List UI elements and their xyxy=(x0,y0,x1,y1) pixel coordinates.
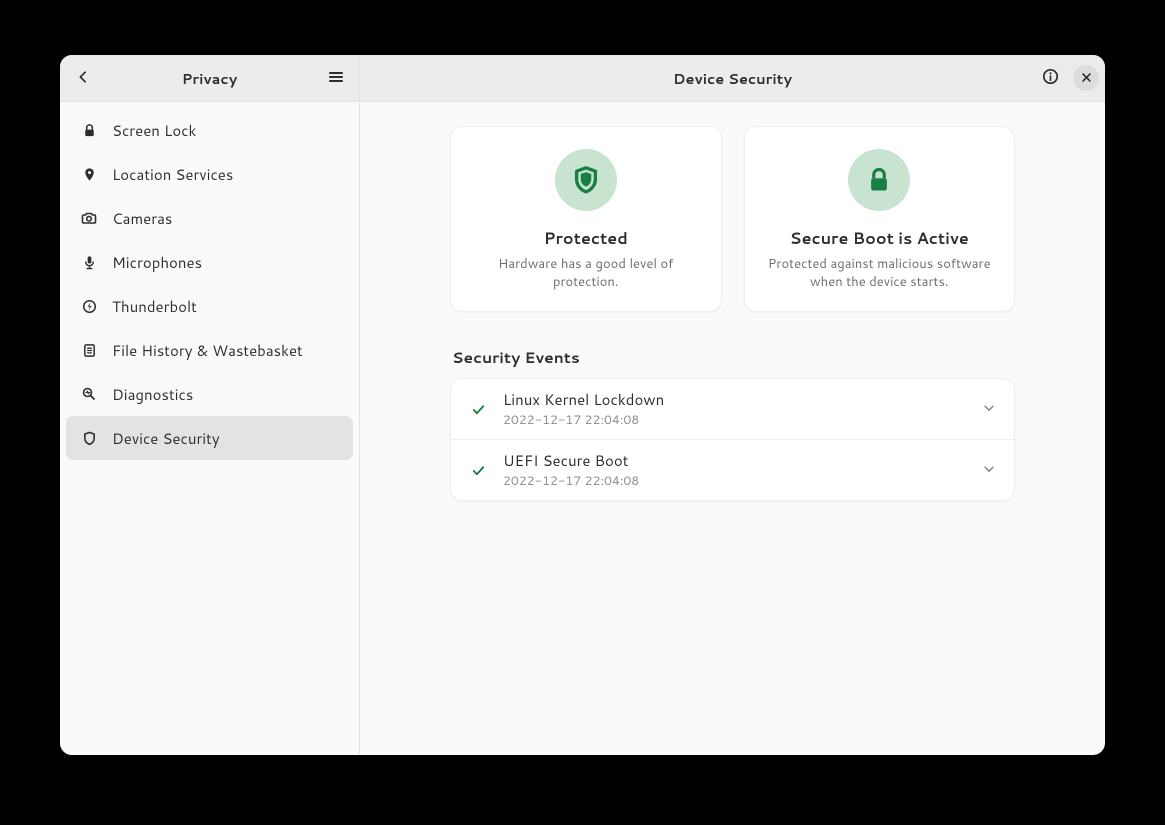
check-icon xyxy=(469,463,487,478)
sidebar-item-location-services[interactable]: Location Services xyxy=(66,152,353,196)
diagnostics-icon xyxy=(80,385,98,403)
sidebar-item-file-history[interactable]: File History & Wastebasket xyxy=(66,328,353,372)
sidebar-item-microphones[interactable]: Microphones xyxy=(66,240,353,284)
sidebar-item-label: Screen Lock xyxy=(112,120,196,141)
lock-icon xyxy=(848,149,910,211)
page-title: Device Security xyxy=(673,68,792,89)
status-card-subtitle: Hardware has a good level of protection. xyxy=(469,256,703,291)
sidebar-item-label: File History & Wastebasket xyxy=(112,340,303,361)
location-icon xyxy=(80,165,98,183)
security-event-timestamp: 2022-12-17 22:04:08 xyxy=(503,411,966,429)
status-card-protected: Protected Hardware has a good level of p… xyxy=(450,126,722,312)
status-card-title: Protected xyxy=(469,227,703,250)
headerbar-sidebar-section: Privacy xyxy=(60,55,360,101)
thunderbolt-icon xyxy=(80,297,98,315)
sidebar-item-label: Location Services xyxy=(112,164,233,185)
sidebar-item-screen-lock[interactable]: Screen Lock xyxy=(66,108,353,152)
info-icon xyxy=(1042,68,1059,88)
sidebar-item-label: Cameras xyxy=(112,208,172,229)
sidebar-title: Privacy xyxy=(182,68,237,89)
shield-icon xyxy=(80,429,98,447)
sidebar-item-label: Device Security xyxy=(112,428,220,449)
back-button[interactable] xyxy=(66,61,100,95)
sidebar-item-label: Thunderbolt xyxy=(112,296,197,317)
hamburger-menu-button[interactable] xyxy=(319,61,353,95)
security-events-heading: Security Events xyxy=(450,346,1015,368)
chevron-left-icon xyxy=(76,70,90,87)
microphone-icon xyxy=(80,253,98,271)
sidebar: Screen Lock Location Services Cameras Mi… xyxy=(60,102,360,755)
file-history-icon xyxy=(80,341,98,359)
camera-icon xyxy=(80,209,98,227)
security-event-text: UEFI Secure Boot 2022-12-17 22:04:08 xyxy=(503,450,966,490)
security-events-list: Linux Kernel Lockdown 2022-12-17 22:04:0… xyxy=(450,378,1015,501)
close-button[interactable] xyxy=(1073,65,1099,91)
info-button[interactable] xyxy=(1033,61,1067,95)
hamburger-icon xyxy=(328,69,344,88)
security-event-row[interactable]: UEFI Secure Boot 2022-12-17 22:04:08 xyxy=(451,439,1014,500)
sidebar-item-device-security[interactable]: Device Security xyxy=(66,416,353,460)
sidebar-item-label: Microphones xyxy=(112,252,202,273)
chevron-down-icon xyxy=(982,459,996,482)
headerbar: Privacy Device Security xyxy=(60,55,1105,102)
check-icon xyxy=(469,402,487,417)
settings-window: Privacy Device Security xyxy=(60,55,1105,755)
security-event-text: Linux Kernel Lockdown 2022-12-17 22:04:0… xyxy=(503,389,966,429)
sidebar-item-label: Diagnostics xyxy=(112,384,193,405)
security-event-timestamp: 2022-12-17 22:04:08 xyxy=(503,472,966,490)
sidebar-item-diagnostics[interactable]: Diagnostics xyxy=(66,372,353,416)
chevron-down-icon xyxy=(982,398,996,421)
security-event-title: Linux Kernel Lockdown xyxy=(503,389,966,410)
lock-icon xyxy=(80,121,98,139)
content: Protected Hardware has a good level of p… xyxy=(360,102,1105,755)
status-card-secure-boot: Secure Boot is Active Protected against … xyxy=(744,126,1016,312)
sidebar-item-thunderbolt[interactable]: Thunderbolt xyxy=(66,284,353,328)
close-icon xyxy=(1081,71,1092,86)
status-cards: Protected Hardware has a good level of p… xyxy=(450,126,1015,312)
window-body: Screen Lock Location Services Cameras Mi… xyxy=(60,102,1105,755)
headerbar-content-section: Device Security xyxy=(360,55,1105,101)
security-event-title: UEFI Secure Boot xyxy=(503,450,966,471)
status-card-title: Secure Boot is Active xyxy=(763,227,997,250)
shield-icon xyxy=(555,149,617,211)
status-card-subtitle: Protected against malicious software whe… xyxy=(763,256,997,291)
sidebar-item-cameras[interactable]: Cameras xyxy=(66,196,353,240)
security-event-row[interactable]: Linux Kernel Lockdown 2022-12-17 22:04:0… xyxy=(451,379,1014,439)
